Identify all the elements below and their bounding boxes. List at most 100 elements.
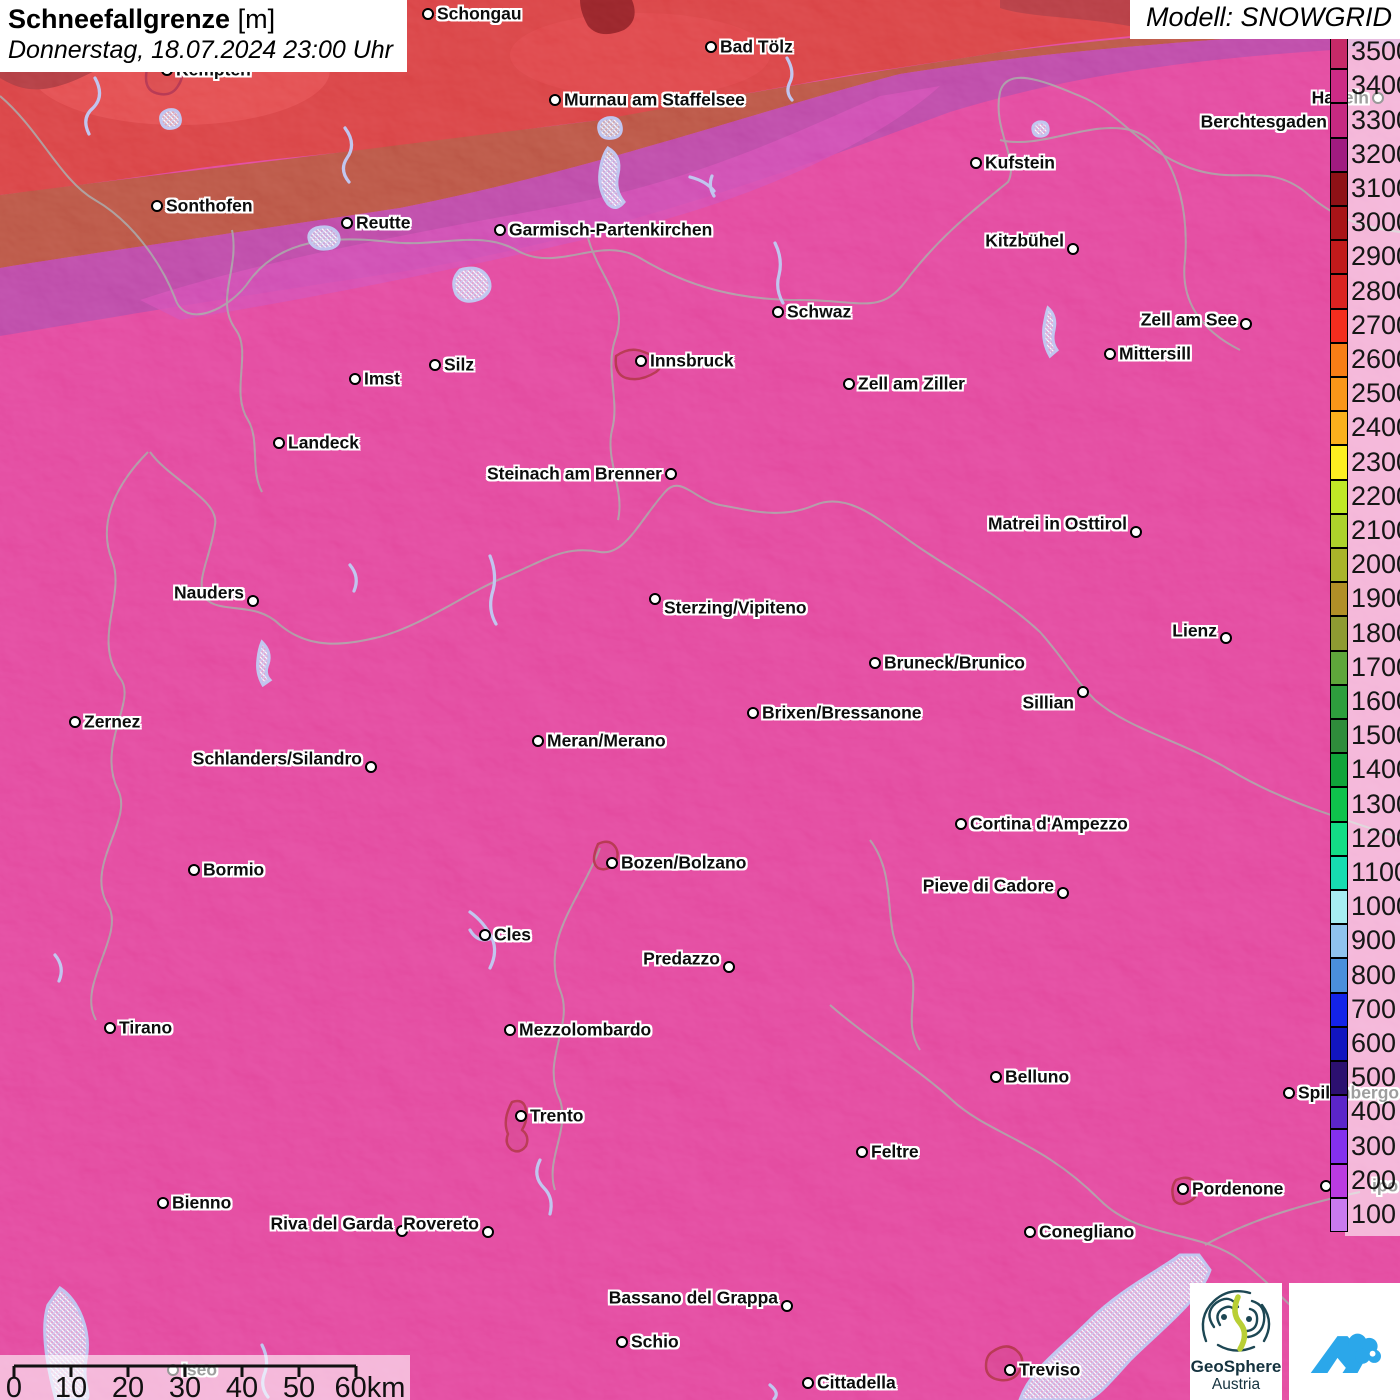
legend-value: 2600 (1351, 345, 1400, 374)
legend-segment (1330, 616, 1348, 650)
legend-value: 1600 (1351, 687, 1400, 716)
city-dot (69, 716, 81, 728)
city-label: Zell am Ziller (858, 374, 965, 395)
city-dot (429, 359, 441, 371)
city-dot (1067, 243, 1079, 255)
scalebar-label: 40 (226, 1372, 258, 1400)
legend-value: 3200 (1351, 140, 1400, 169)
city-label: Imst (364, 369, 400, 390)
city-dot (365, 761, 377, 773)
legend-value: 600 (1351, 1029, 1400, 1058)
city-dot (856, 1146, 868, 1158)
city-label: Steinach am Brenner (487, 464, 662, 485)
city-dot (955, 818, 967, 830)
legend-segment (1330, 890, 1348, 924)
city-label: Pordenone (1192, 1179, 1283, 1200)
legend-segment (1330, 240, 1348, 274)
city-dot (606, 857, 618, 869)
legend-value: 2800 (1351, 277, 1400, 306)
city-label: Nauders (174, 583, 244, 604)
city-dot (990, 1071, 1002, 1083)
model-label: Modell: SNOWGRID (1130, 0, 1400, 39)
legend-segment (1330, 103, 1348, 137)
legend-segment (1330, 993, 1348, 1027)
city-dot (747, 707, 759, 719)
city-label: Mittersill (1119, 344, 1191, 365)
city-label: Trento (530, 1106, 583, 1127)
title-unit: [m] (238, 4, 276, 34)
city-dot (188, 864, 200, 876)
city-label: Schongau (437, 4, 522, 25)
legend-segment (1330, 958, 1348, 992)
legend-value: 500 (1351, 1063, 1400, 1092)
geosphere-contour-icon (1192, 1283, 1280, 1355)
legend-segment (1330, 172, 1348, 206)
legend-value: 2000 (1351, 550, 1400, 579)
city-dot (341, 217, 353, 229)
legend-value: 1400 (1351, 755, 1400, 784)
city-label: Garmisch-Partenkirchen (509, 220, 712, 241)
city-dot (247, 595, 259, 607)
city-label: Brixen/Bressanone (762, 703, 922, 724)
city-label: Treviso (1019, 1360, 1080, 1381)
title-box: Schneefallgrenze [m] Donnerstag, 18.07.2… (0, 0, 407, 72)
city-dot (705, 41, 717, 53)
legend-segment (1330, 343, 1348, 377)
city-dot (549, 94, 561, 106)
city-label: Mezzolombardo (519, 1020, 651, 1041)
city-dot (970, 157, 982, 169)
title-datetime: Donnerstag, 18.07.2024 23:00 Uhr (8, 36, 393, 65)
city-dot (772, 306, 784, 318)
city-dot (1177, 1183, 1189, 1195)
city-label: Bormio (203, 860, 264, 881)
city-label: Bozen/Bolzano (621, 853, 746, 874)
legend-value: 800 (1351, 961, 1400, 990)
legend-segment (1330, 138, 1348, 172)
city-label: Silz (444, 355, 474, 376)
geosphere-logo: GeoSphere Austria (1190, 1283, 1282, 1400)
legend-value: 1700 (1351, 653, 1400, 682)
legend-segment (1330, 411, 1348, 445)
legend-segment (1330, 274, 1348, 308)
city-dot (157, 1197, 169, 1209)
scalebar-label: 0 (6, 1372, 22, 1400)
city-dot (349, 373, 361, 385)
legend-value: 300 (1351, 1132, 1400, 1161)
city-label: Schwaz (787, 302, 851, 323)
legend-value: 2300 (1351, 448, 1400, 477)
map-canvas[interactable]: SchongauBad TölzKemptenMurnau am Staffel… (0, 0, 1400, 1400)
legend-value: 1800 (1351, 619, 1400, 648)
legend-value: 1500 (1351, 721, 1400, 750)
legend-value: 900 (1351, 926, 1400, 955)
partner-logo (1289, 1283, 1400, 1400)
city-label: Kitzbühel (985, 231, 1064, 252)
city-dot (104, 1022, 116, 1034)
geosphere-country: Austria (1190, 1376, 1282, 1393)
scalebar-label: 20 (112, 1372, 144, 1400)
city-dot (494, 224, 506, 236)
city-dot (151, 200, 163, 212)
mountain-cloud-icon (1299, 1296, 1391, 1388)
legend-value: 1900 (1351, 584, 1400, 613)
city-label: Pieve di Cadore (923, 876, 1054, 897)
city-dot (635, 355, 647, 367)
geosphere-name: GeoSphere (1190, 1358, 1282, 1376)
legend-value: 1000 (1351, 892, 1400, 921)
legend-segment (1330, 651, 1348, 685)
scalebar-label: 10 (55, 1372, 87, 1400)
city-label: Sterzing/Vipiteno (664, 598, 807, 619)
legend-segment (1330, 753, 1348, 787)
city-dot (479, 929, 491, 941)
city-dot (802, 1377, 814, 1389)
legend-value: 3500 (1351, 37, 1400, 66)
legend-segment (1330, 1164, 1348, 1198)
city-dot (1024, 1226, 1036, 1238)
city-dot (843, 378, 855, 390)
legend-segment (1330, 206, 1348, 240)
city-label: Matrei in Osttirol (988, 514, 1127, 535)
city-label: Innsbruck (650, 351, 734, 372)
city-label: Riva del Garda (270, 1214, 393, 1235)
city-label: Tirano (119, 1018, 172, 1039)
title-text: Schneefallgrenze (8, 4, 230, 34)
legend-segment (1330, 1129, 1348, 1163)
